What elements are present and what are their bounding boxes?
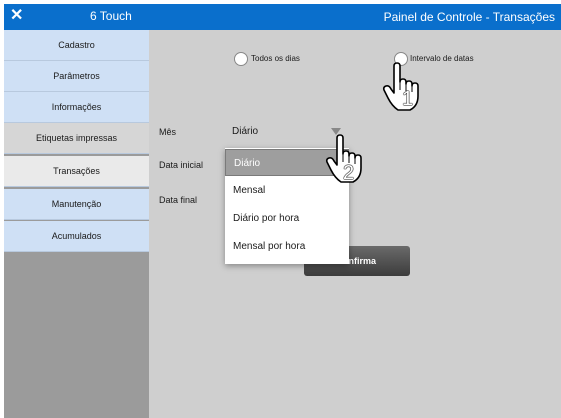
sidebar-item-manutencao[interactable]: Manutenção — [4, 189, 149, 220]
sidebar-item-parametros[interactable]: Parâmetros — [4, 61, 149, 92]
dropdown-option-mensal-por-hora[interactable]: Mensal por hora — [225, 233, 349, 260]
dropdown-option-diario-por-hora[interactable]: Diário por hora — [225, 205, 349, 232]
sidebar-item-transacoes[interactable]: Transações — [4, 156, 149, 187]
month-label: Mês — [159, 127, 177, 137]
sidebar-item-informacoes[interactable]: Informações — [4, 92, 149, 123]
start-date-label: Data inicial — [159, 160, 204, 170]
radio-all-days-label: Todos os dias — [251, 54, 300, 63]
end-date-label: Data final — [159, 195, 198, 205]
radio-all-days[interactable] — [234, 52, 248, 66]
title-bar: ✕ 6 Touch Painel de Controle - Transaçõe… — [4, 4, 561, 30]
step-number-2: 2 — [343, 162, 355, 184]
close-icon[interactable]: ✕ — [10, 8, 24, 24]
main-panel — [149, 30, 561, 418]
app-name: 6 Touch — [90, 9, 132, 23]
window-title: Painel de Controle - Transações — [383, 10, 555, 24]
app-window: ✕ 6 Touch Painel de Controle - Transaçõe… — [0, 0, 561, 418]
sidebar-item-cadastro[interactable]: Cadastro — [4, 30, 149, 61]
sidebar: Cadastro Parâmetros Informações Etiqueta… — [4, 30, 149, 418]
month-select[interactable]: Diário — [232, 126, 258, 137]
sidebar-item-acumulados[interactable]: Acumulados — [4, 221, 149, 252]
sidebar-item-etiquetas-impressas[interactable]: Etiquetas impressas — [4, 123, 149, 154]
step-number-1: 1 — [402, 88, 414, 110]
